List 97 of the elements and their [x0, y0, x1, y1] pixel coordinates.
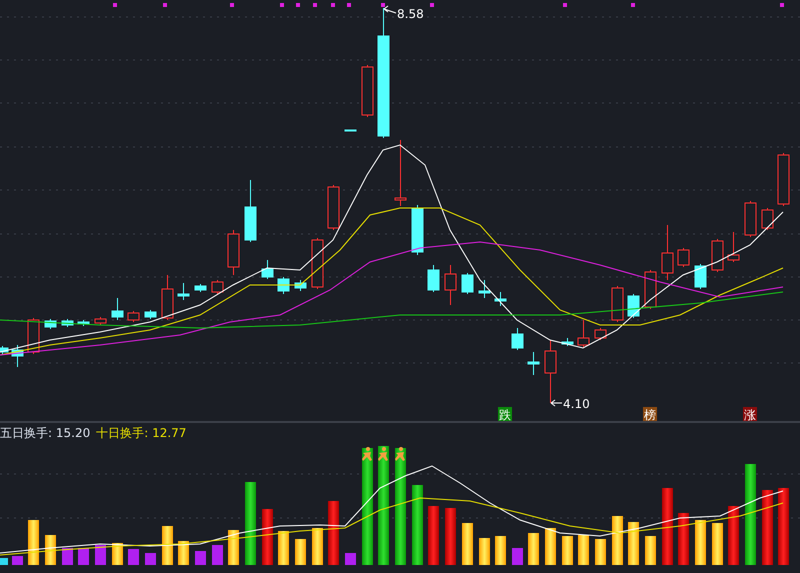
candlestick — [694, 264, 706, 290]
candlestick — [478, 280, 490, 298]
arrow-icon — [550, 400, 562, 406]
volume-bar — [112, 543, 123, 565]
volume-bar — [695, 520, 706, 565]
candlestick — [44, 318, 56, 330]
candlestick — [244, 180, 256, 242]
candlestick — [578, 320, 590, 348]
low-price-label: 4.10 — [563, 397, 590, 411]
volume-bar — [578, 535, 589, 565]
candlestick — [544, 340, 556, 404]
volume-bar — [462, 523, 473, 565]
candlestick — [62, 318, 74, 328]
candlestick — [394, 140, 406, 206]
candlestick — [462, 272, 474, 294]
candlestick — [128, 310, 140, 322]
volume-bar — [45, 535, 56, 565]
candlestick — [162, 274, 174, 320]
candlestick — [144, 310, 156, 320]
volume-bar — [178, 541, 189, 565]
volume-bar — [595, 539, 606, 565]
candlestick — [294, 280, 306, 292]
candlestick — [178, 282, 190, 300]
volume-bar — [212, 545, 223, 565]
volume-bar — [278, 531, 289, 565]
runner-icon — [378, 447, 388, 461]
candlestick — [778, 152, 790, 206]
candlestick — [744, 200, 756, 238]
volume-bar — [612, 516, 623, 565]
volume-bar — [728, 506, 739, 565]
volume-bar — [428, 506, 439, 565]
volume-bar — [312, 528, 323, 565]
volume-bar — [295, 539, 306, 565]
candlestick — [328, 184, 340, 230]
candlestick — [344, 130, 356, 132]
candlestick — [312, 238, 324, 290]
candlestick — [228, 230, 240, 276]
volume-bar — [228, 530, 239, 565]
volume-bar — [712, 523, 723, 565]
candlestick — [212, 280, 224, 294]
volume-bar — [512, 548, 523, 565]
candlestick — [362, 64, 374, 118]
arrow-icon — [384, 6, 396, 14]
volume-bar — [162, 526, 173, 565]
candlestick — [628, 294, 640, 318]
runner-icon — [395, 447, 405, 461]
volume-bar — [345, 553, 356, 565]
volume-bar — [262, 509, 273, 565]
candlestick — [262, 260, 274, 280]
volume-bar — [95, 545, 106, 565]
volume-bar — [128, 549, 139, 565]
candlestick — [12, 344, 24, 368]
candlestick — [428, 264, 440, 292]
candlestick — [644, 270, 656, 310]
volume-bar — [545, 528, 556, 565]
candlestick — [94, 316, 106, 326]
volume-bar — [479, 538, 490, 565]
volume-bar — [445, 508, 456, 565]
candlestick — [278, 276, 290, 294]
candlestick — [678, 248, 690, 268]
volume-bar — [62, 548, 73, 565]
candlestick — [194, 284, 206, 292]
volume-bar — [328, 501, 339, 565]
signal-badge: 榜 — [643, 407, 657, 421]
signal-badge: 跌 — [498, 407, 512, 421]
volume-bar — [0, 558, 8, 565]
candlestick — [494, 292, 506, 306]
candlestick — [444, 264, 456, 306]
candlestick — [528, 352, 540, 376]
volume-bar — [645, 536, 656, 565]
high-price-label: 8.58 — [397, 7, 424, 21]
volume-bar — [78, 548, 89, 565]
signal-badge: 涨 — [743, 407, 757, 421]
candlestick — [78, 320, 90, 326]
candlestick — [728, 232, 740, 262]
candlestick — [712, 238, 724, 272]
volume-bar — [562, 536, 573, 565]
candlestick — [662, 224, 674, 280]
turnover-indicator-label: 五日换手: 15.20 — [0, 424, 90, 442]
volume-bar — [28, 520, 39, 565]
runner-icon — [362, 447, 372, 461]
volume-bar — [195, 551, 206, 565]
volume-bar — [528, 533, 539, 565]
candlestick — [0, 346, 8, 354]
candlestick — [594, 328, 606, 340]
volume-bar — [12, 556, 23, 565]
candlestick — [412, 204, 424, 256]
volume-bar — [145, 553, 156, 565]
volume-bar — [678, 513, 689, 565]
volume-bar — [628, 522, 639, 565]
candlestick — [112, 298, 124, 320]
volume-bar — [495, 536, 506, 565]
candlestick — [762, 208, 774, 230]
turnover-indicator-label: 十日换手: 12.77 — [96, 424, 186, 442]
candlestick — [512, 328, 524, 350]
candlestick — [562, 338, 574, 346]
candlestick — [612, 286, 624, 322]
